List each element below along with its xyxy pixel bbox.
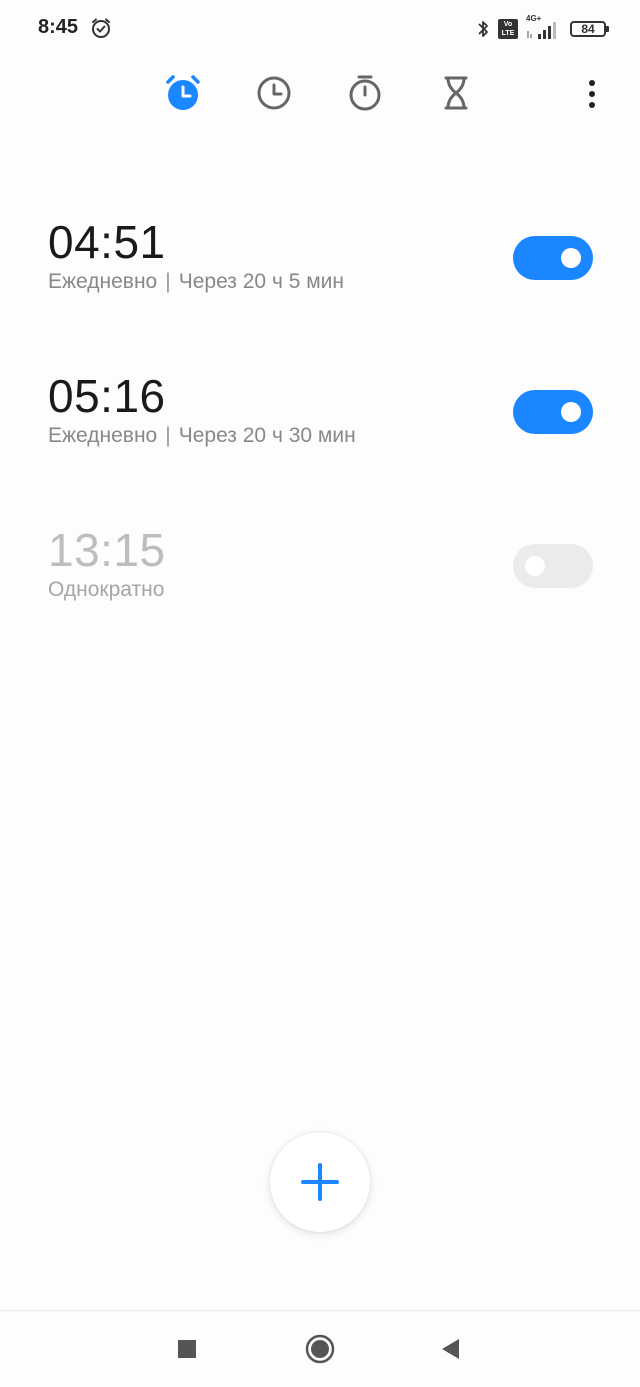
hourglass-icon [444,76,468,110]
more-options-icon[interactable] [582,72,602,116]
status-alarm-icon [92,18,110,38]
tab-stopwatch[interactable] [340,68,390,118]
battery-indicator: 84 [570,21,609,37]
alarm-repeat: Ежедневно [48,424,158,447]
alarm-item[interactable]: 04:51 Ежедневно | Через 20 ч 5 мин [0,214,640,324]
status-icons: Vo LTE 4G+ 84 [476,14,609,42]
home-circle-icon [305,1334,335,1364]
stopwatch-icon [349,75,381,111]
alarm-remaining: Через 20 ч 5 мин [178,270,345,293]
back-triangle-icon [442,1339,459,1359]
alarm-details: Ежедневно | Через 20 ч 30 мин [48,424,356,448]
tab-alarm[interactable] [158,68,208,118]
alarm-time: 05:16 [48,370,166,422]
signal-icon: 4G+ [526,14,562,40]
recents-square-icon [178,1340,196,1358]
volte-icon: Vo LTE [498,19,518,39]
clock-app-screen: 8:45 Vo LTE 4G+ 84 04:51 Ежедневно | Чер… [0,0,640,1387]
back-button[interactable] [430,1329,470,1369]
tab-world-clock[interactable] [249,68,299,118]
toggle-knob [525,556,545,576]
toggle-knob [561,402,581,422]
toggle-knob [561,248,581,268]
alarm-time: 04:51 [48,216,166,268]
alarm-time: 13:15 [48,524,166,576]
plus-icon [301,1163,339,1201]
bluetooth-icon [478,21,488,37]
tab-timer[interactable] [431,68,481,118]
status-time: 8:45 [38,16,79,38]
alarm-details: Однократно [48,578,164,602]
system-navigation-bar [0,1310,640,1387]
status-bar: 8:45 Vo LTE 4G+ 84 [0,0,640,58]
home-button[interactable] [300,1329,340,1369]
tab-bar [0,62,640,124]
alarm-separator: | [165,424,171,447]
alarm-toggle[interactable] [513,544,593,588]
add-alarm-button[interactable] [270,1132,370,1232]
recents-button[interactable] [167,1329,207,1369]
alarm-item[interactable]: 13:15 Однократно [0,522,640,632]
alarm-repeat: Однократно [48,578,165,601]
alarm-remaining: Через 20 ч 30 мин [178,424,356,447]
alarm-details: Ежедневно | Через 20 ч 5 мин [48,270,344,294]
alarm-clock-icon [166,75,200,110]
alarm-toggle[interactable] [513,236,593,280]
clock-icon [257,76,291,110]
alarm-repeat: Ежедневно [48,270,158,293]
alarm-separator: | [165,270,171,293]
alarm-toggle[interactable] [513,390,593,434]
alarm-item[interactable]: 05:16 Ежедневно | Через 20 ч 30 мин [0,368,640,478]
